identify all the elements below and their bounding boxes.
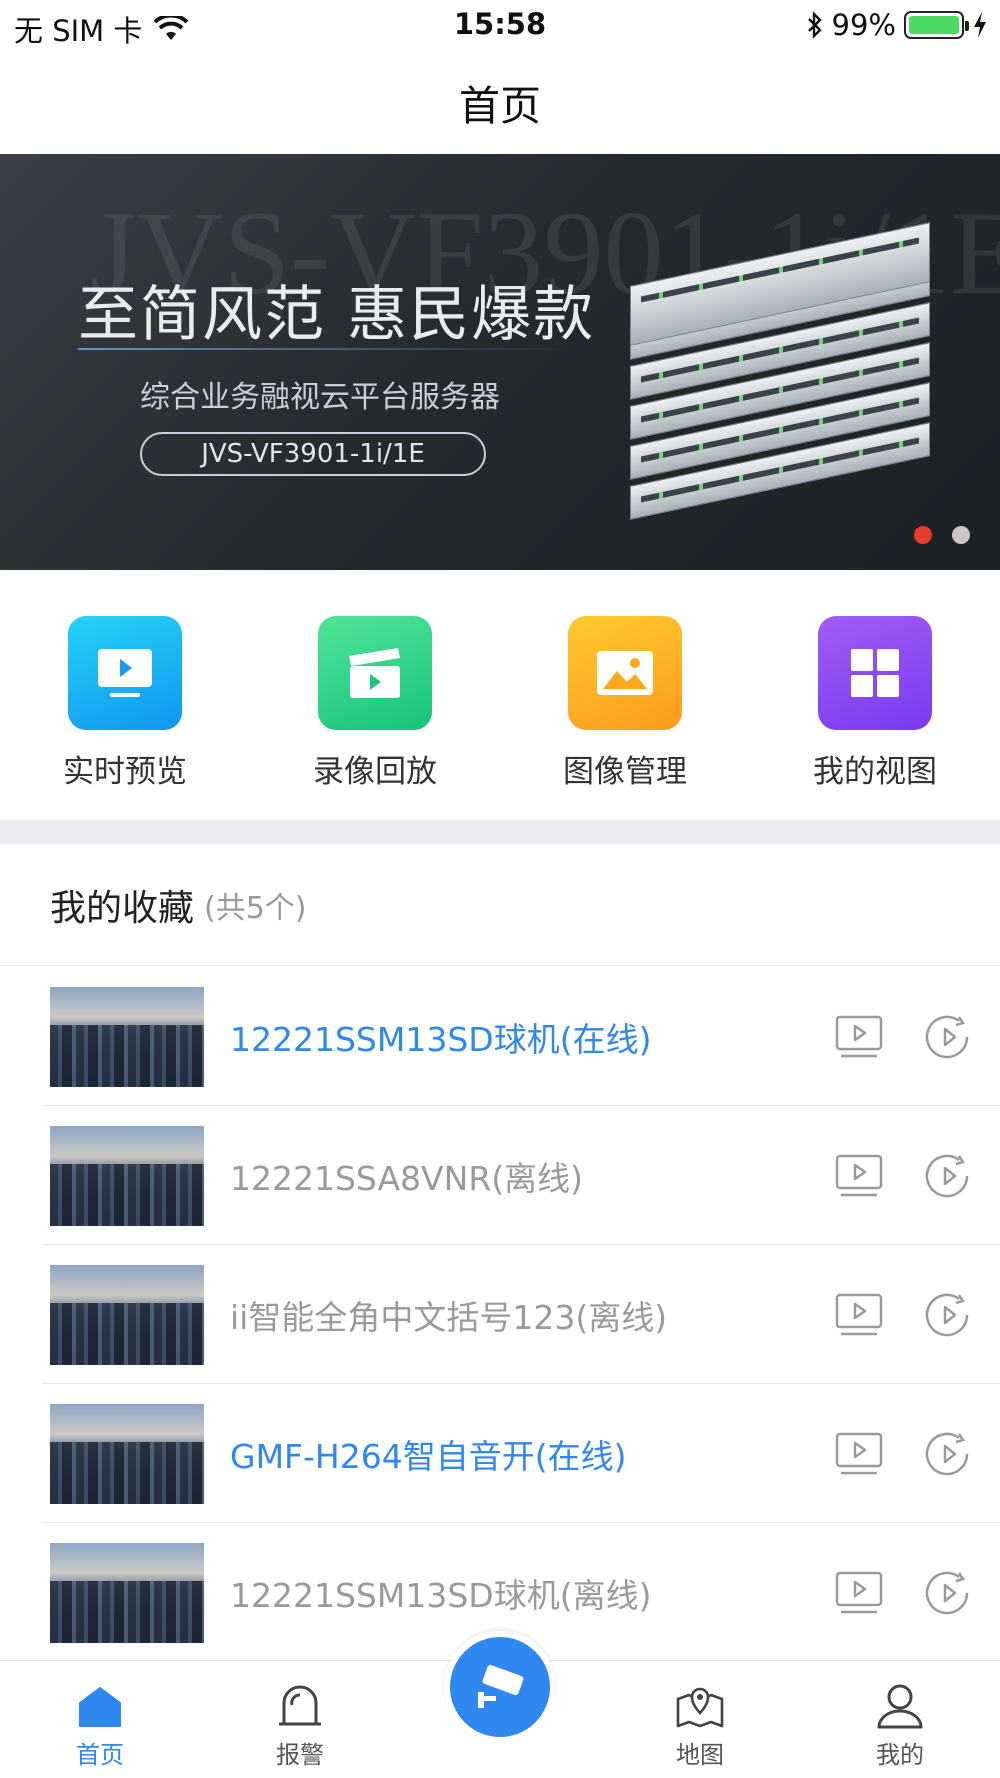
device-name: ii智能全角中文括号123(离线) bbox=[230, 1297, 668, 1337]
status-bar: 无 SIM 卡 15:58 99% bbox=[0, 0, 1000, 50]
list-item[interactable]: GMF-H264智自音开(在线) bbox=[0, 1384, 1000, 1523]
home-icon bbox=[79, 1687, 121, 1727]
tab-camera[interactable] bbox=[400, 1631, 600, 1778]
status-right: 99% bbox=[806, 8, 988, 42]
alarm-icon bbox=[279, 1685, 321, 1726]
row-actions bbox=[832, 1149, 976, 1203]
grid-icon bbox=[818, 616, 932, 730]
live-preview-icon[interactable] bbox=[832, 1010, 886, 1064]
quick-action-my-views[interactable]: 我的视图 bbox=[775, 616, 975, 820]
quick-action-label: 我的视图 bbox=[813, 754, 937, 790]
quick-action-label: 图像管理 bbox=[563, 754, 687, 790]
device-name: GMF-H264智自音开(在线) bbox=[230, 1436, 627, 1476]
battery-percent: 99% bbox=[831, 8, 896, 42]
page-title: 首页 bbox=[459, 82, 541, 130]
live-preview-icon[interactable] bbox=[832, 1288, 886, 1342]
live-preview-icon[interactable] bbox=[832, 1566, 886, 1620]
list-item[interactable]: 12221SSA8VNR(离线) bbox=[0, 1106, 1000, 1245]
user-icon bbox=[877, 1684, 923, 1729]
favorites-header: 我的收藏 (共5个) bbox=[0, 844, 1000, 966]
playback-icon[interactable] bbox=[922, 1010, 976, 1064]
quick-actions: 实时预览 录像回放 图像管理 我的视图 bbox=[0, 570, 1000, 820]
image-icon bbox=[568, 616, 682, 730]
banner-divider bbox=[78, 348, 568, 350]
device-name: 12221SSA8VNR(离线) bbox=[230, 1158, 583, 1198]
row-actions bbox=[832, 1566, 976, 1620]
quick-action-label: 实时预览 bbox=[63, 754, 187, 790]
banner-headline: 至简风范 惠民爆款 bbox=[78, 280, 596, 350]
camera-icon bbox=[478, 1664, 524, 1708]
charging-icon bbox=[974, 12, 986, 38]
banner-page-indicator[interactable] bbox=[914, 526, 970, 544]
page-dot-1[interactable] bbox=[914, 526, 932, 544]
live-preview-icon[interactable] bbox=[832, 1427, 886, 1481]
tab-map[interactable]: 地图 bbox=[600, 1661, 800, 1778]
list-item[interactable]: 12221SSM13SD球机(在线) bbox=[0, 967, 1000, 1106]
tab-label: 我的 bbox=[876, 1741, 924, 1769]
tab-alarm[interactable]: 报警 bbox=[200, 1661, 400, 1778]
clapperboard-icon bbox=[318, 616, 432, 730]
tab-label: 地图 bbox=[676, 1741, 724, 1769]
device-name: 12221SSM13SD球机(离线) bbox=[230, 1575, 652, 1615]
row-actions bbox=[832, 1288, 976, 1342]
promo-banner[interactable]: JVS-VF3901-1i/1E 至简风范 惠民爆款 综合业务融视云平台服务器 … bbox=[0, 154, 1000, 570]
banner-subtitle: 综合业务融视云平台服务器 bbox=[140, 380, 500, 415]
banner-model-pill: JVS-VF3901-1i/1E bbox=[140, 432, 486, 476]
tab-home[interactable]: 首页 bbox=[0, 1661, 200, 1778]
monitor-play-icon bbox=[68, 616, 182, 730]
playback-icon[interactable] bbox=[922, 1566, 976, 1620]
section-divider bbox=[0, 820, 1000, 844]
device-thumbnail bbox=[50, 1264, 204, 1365]
row-actions bbox=[832, 1010, 976, 1064]
device-name: 12221SSM13SD球机(在线) bbox=[230, 1019, 652, 1059]
favorites-list: 12221SSM13SD球机(在线) 12221SSA8VNR(离线) ii智能… bbox=[0, 967, 1000, 1662]
device-thumbnail bbox=[50, 1542, 204, 1643]
tab-mine[interactable]: 我的 bbox=[800, 1661, 1000, 1778]
live-preview-icon[interactable] bbox=[832, 1149, 886, 1203]
device-thumbnail bbox=[50, 1125, 204, 1226]
list-item[interactable]: ii智能全角中文括号123(离线) bbox=[0, 1245, 1000, 1384]
bluetooth-icon bbox=[807, 11, 822, 39]
page-dot-2[interactable] bbox=[952, 526, 970, 544]
map-icon bbox=[676, 1687, 724, 1728]
favorites-count: (共5个) bbox=[204, 890, 307, 926]
battery-icon bbox=[904, 11, 969, 39]
quick-action-live-preview[interactable]: 实时预览 bbox=[25, 616, 225, 820]
tab-bar: 首页 报警 地图 我的 bbox=[0, 1631, 1000, 1778]
camera-button[interactable] bbox=[444, 1631, 556, 1743]
navigation-bar: 首页 bbox=[0, 50, 1000, 154]
playback-icon[interactable] bbox=[922, 1288, 976, 1342]
tab-label: 首页 bbox=[76, 1741, 124, 1769]
tab-label: 报警 bbox=[276, 1741, 324, 1769]
row-actions bbox=[832, 1427, 976, 1481]
favorites-title: 我的收藏 bbox=[50, 887, 195, 929]
device-thumbnail bbox=[50, 1403, 204, 1504]
playback-icon[interactable] bbox=[922, 1149, 976, 1203]
quick-action-playback[interactable]: 录像回放 bbox=[275, 616, 475, 820]
quick-action-label: 录像回放 bbox=[313, 754, 437, 790]
server-product-image bbox=[620, 222, 950, 554]
device-thumbnail bbox=[50, 986, 204, 1087]
quick-action-image-management[interactable]: 图像管理 bbox=[525, 616, 725, 820]
playback-icon[interactable] bbox=[922, 1427, 976, 1481]
